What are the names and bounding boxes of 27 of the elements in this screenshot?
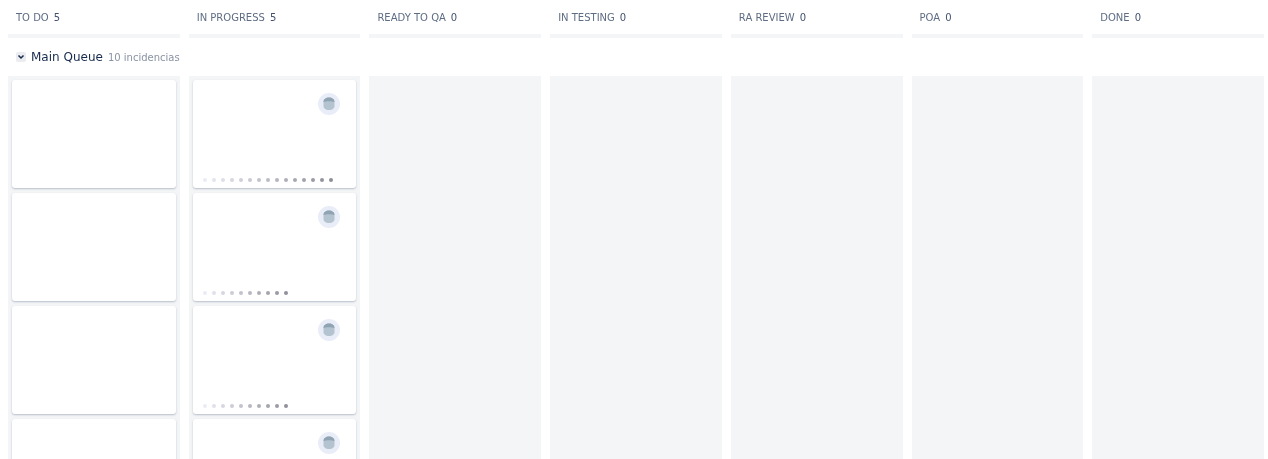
issue-count: 0 [945,11,952,23]
issue-card[interactable] [12,80,176,188]
issue-card[interactable] [192,80,357,188]
avatar-icon [318,432,341,454]
issue-count: 0 [1134,11,1142,23]
column-title: IN PROGRESS [196,11,265,23]
issue-count: 0 [450,11,458,23]
issue-count: 10 incidencias [107,51,180,63]
avatar-icon [318,93,341,115]
column-title: READY TO QA [377,11,446,23]
column-title: IN TESTING [558,11,615,23]
issue-card[interactable] [192,306,357,414]
issue-count: 0 [619,11,627,23]
issue-card[interactable] [12,193,176,301]
column-title: RA REVIEW [738,11,795,23]
issue-count: 5 [269,11,277,23]
column-title: POA [919,11,941,23]
issue-card[interactable] [12,306,176,414]
avatar-icon [318,319,341,341]
avatar-icon [318,206,341,228]
collapse-toggle[interactable] [16,52,26,62]
issue-count: 0 [799,11,807,23]
column-title: DONE [1100,11,1130,23]
column-title: TO DO [16,11,49,23]
issue-card[interactable] [192,193,357,301]
swimlane-title: Main Queue [31,50,103,64]
issue-count: 5 [53,11,61,23]
